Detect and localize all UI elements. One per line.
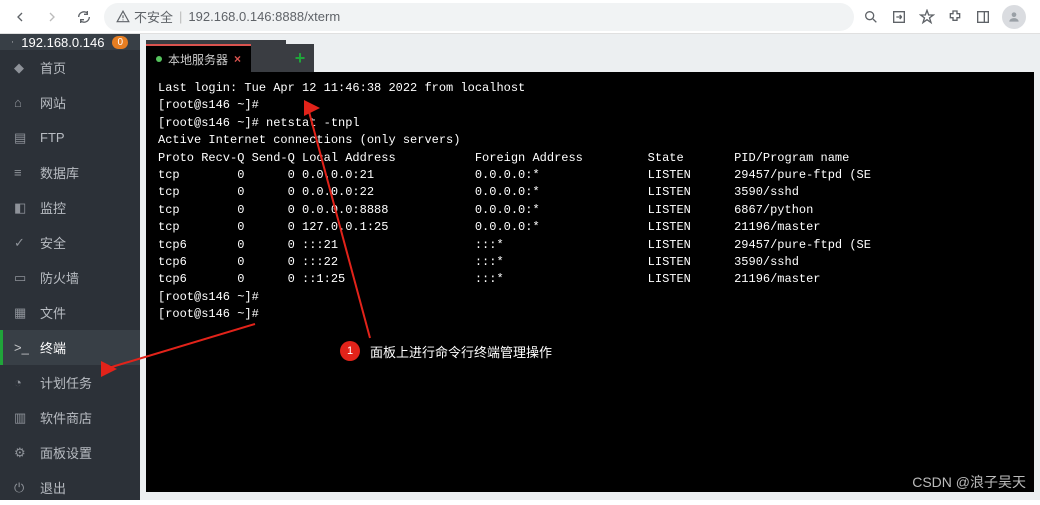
insecure-text: 不安全 bbox=[134, 7, 173, 26]
sidebar-icon: ✓ bbox=[14, 235, 30, 251]
sidebar-item-3[interactable]: ≡ 数据库 bbox=[0, 155, 140, 190]
profile-avatar[interactable] bbox=[1002, 5, 1026, 29]
star-icon[interactable] bbox=[918, 8, 936, 26]
sidebar-item-label: 首页 bbox=[40, 58, 66, 77]
search-icon[interactable] bbox=[862, 8, 880, 26]
sidebar-icon: ⏻ bbox=[14, 480, 30, 496]
notification-badge: 0 bbox=[112, 36, 128, 49]
sidebar-item-label: 文件 bbox=[40, 303, 66, 322]
sidebar-item-label: 终端 bbox=[40, 338, 66, 357]
sidebar-item-2[interactable]: ▤ FTP bbox=[0, 120, 140, 155]
sidebar-icon: ⌂ bbox=[14, 95, 30, 111]
toolbar-actions bbox=[862, 5, 1032, 29]
reload-button[interactable] bbox=[72, 5, 96, 29]
sidebar-item-4[interactable]: ◧ 监控 bbox=[0, 190, 140, 225]
sidebar-item-label: 监控 bbox=[40, 198, 66, 217]
sidebar-item-label: 数据库 bbox=[40, 163, 79, 182]
sidebar-item-label: 防火墙 bbox=[40, 268, 79, 287]
sidebar-icon: ▥ bbox=[14, 410, 30, 426]
sidebar-item-0[interactable]: ◆ 首页 bbox=[0, 50, 140, 85]
sidebar-icon: ▦ bbox=[14, 305, 30, 321]
annotation-callout: 1 面板上进行命令行终端管理操作 bbox=[340, 341, 552, 361]
share-icon[interactable] bbox=[890, 8, 908, 26]
back-button[interactable] bbox=[8, 5, 32, 29]
extensions-icon[interactable] bbox=[946, 8, 964, 26]
sidebar-icon: ◆ bbox=[14, 60, 30, 76]
sidebar-item-7[interactable]: ▦ 文件 bbox=[0, 295, 140, 330]
sidebar-item-9[interactable]: ◔ 计划任务 bbox=[0, 365, 140, 400]
address-bar[interactable]: 不安全 | 192.168.0.146:8888/xterm bbox=[104, 3, 854, 31]
sidebar: 192.168.0.146 0 ◆ 首页 ⌂ 网站 ▤ FTP ≡ 数据库 ◧ 监控 ✓ 安全 ▭ 防火墙… bbox=[0, 34, 140, 500]
terminal-tabs: 本地服务器 × bbox=[146, 40, 286, 72]
sidebar-icon: ≡ bbox=[14, 165, 30, 181]
callout-text: 面板上进行命令行终端管理操作 bbox=[370, 342, 552, 361]
insecure-warning: 不安全 bbox=[116, 7, 173, 26]
add-tab-button[interactable]: + bbox=[286, 44, 314, 72]
tab-label: 本地服务器 bbox=[168, 51, 228, 68]
status-dot-icon bbox=[156, 56, 162, 62]
sidebar-item-label: 网站 bbox=[40, 93, 66, 112]
sidebar-item-label: 面板设置 bbox=[40, 443, 92, 462]
warning-icon bbox=[116, 10, 130, 24]
url-text: 192.168.0.146:8888/xterm bbox=[188, 9, 340, 24]
sidebar-item-5[interactable]: ✓ 安全 bbox=[0, 225, 140, 260]
sidebar-item-label: 软件商店 bbox=[40, 408, 92, 427]
workspace: 192.168.0.146 0 ◆ 首页 ⌂ 网站 ▤ FTP ≡ 数据库 ◧ 监控 ✓ 安全 ▭ 防火墙… bbox=[0, 34, 1040, 500]
forward-button[interactable] bbox=[40, 5, 64, 29]
sidebar-header: 192.168.0.146 0 bbox=[0, 34, 140, 50]
sidebar-icon: ▤ bbox=[14, 130, 30, 146]
close-icon[interactable]: × bbox=[234, 52, 241, 66]
sidebar-item-label: 退出 bbox=[40, 478, 66, 497]
sidebar-item-8[interactable]: >_ 终端 bbox=[0, 330, 140, 365]
sidebar-icon: ◔ bbox=[14, 375, 30, 391]
divider: | bbox=[179, 9, 182, 24]
host-label: 192.168.0.146 bbox=[21, 35, 104, 50]
sidebar-item-6[interactable]: ▭ 防火墙 bbox=[0, 260, 140, 295]
sidebar-icon: ⚙ bbox=[14, 445, 30, 461]
shield-icon bbox=[12, 34, 13, 50]
sidebar-icon: ▭ bbox=[14, 270, 30, 286]
sidebar-icon: ◧ bbox=[14, 200, 30, 216]
callout-number: 1 bbox=[340, 341, 360, 361]
sidebar-item-11[interactable]: ⚙ 面板设置 bbox=[0, 435, 140, 470]
sidebar-item-1[interactable]: ⌂ 网站 bbox=[0, 85, 140, 120]
watermark: CSDN @浪子吴天 bbox=[912, 472, 1026, 492]
tab-local-server[interactable]: 本地服务器 × bbox=[146, 44, 251, 72]
sidebar-icon: >_ bbox=[14, 340, 30, 356]
terminal-output[interactable]: Last login: Tue Apr 12 11:46:38 2022 fro… bbox=[146, 72, 1034, 492]
sidebar-item-label: 计划任务 bbox=[40, 373, 92, 392]
sidebar-item-10[interactable]: ▥ 软件商店 bbox=[0, 400, 140, 435]
sidebar-item-label: 安全 bbox=[40, 233, 66, 252]
sidebar-item-label: FTP bbox=[40, 130, 65, 145]
panel-icon[interactable] bbox=[974, 8, 992, 26]
main-area: 本地服务器 × + Last login: Tue Apr 12 11:46:3… bbox=[140, 34, 1040, 500]
browser-toolbar: 不安全 | 192.168.0.146:8888/xterm bbox=[0, 0, 1040, 34]
